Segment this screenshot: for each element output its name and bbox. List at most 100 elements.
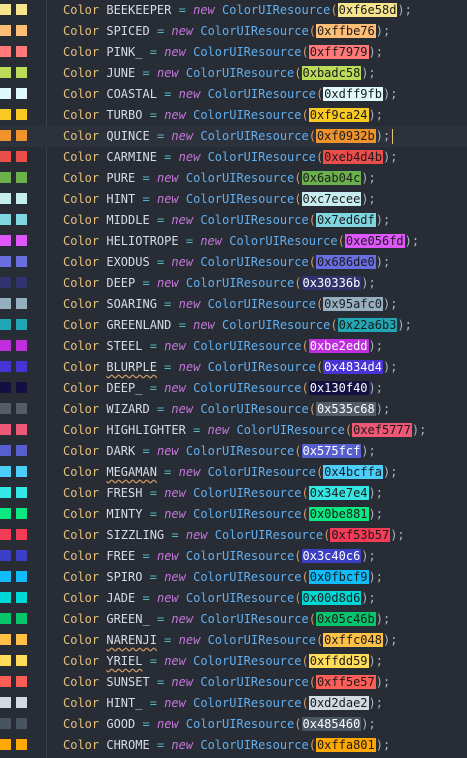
- gutter-color-preview[interactable]: [0, 672, 44, 693]
- hex-color-value[interactable]: 0xffc048: [323, 633, 383, 647]
- color-swatch-icon[interactable]: [16, 634, 27, 645]
- color-swatch-icon[interactable]: [0, 571, 11, 582]
- color-swatch-icon[interactable]: [0, 277, 11, 288]
- code-line[interactable]: Color COASTAL = new ColorUIResource(0xdf…: [0, 84, 467, 105]
- code-line[interactable]: Color JADE = new ColorUIResource(0x00d8d…: [0, 588, 467, 609]
- gutter-color-preview[interactable]: [0, 357, 44, 378]
- color-swatch-icon[interactable]: [0, 319, 11, 330]
- code-text[interactable]: Color FRESH = new ColorUIResource(0x34e7…: [63, 483, 383, 504]
- color-swatch-icon[interactable]: [16, 88, 27, 99]
- hex-color-value[interactable]: 0xe056fd: [344, 234, 405, 248]
- hex-color-value[interactable]: 0xffa801: [315, 738, 376, 752]
- color-swatch-icon[interactable]: [16, 67, 27, 78]
- color-swatch-icon[interactable]: [0, 151, 11, 162]
- code-text[interactable]: Color PURE = new ColorUIResource(0x6ab04…: [63, 168, 376, 189]
- code-text[interactable]: Color SOARING = new ColorUIResource(0x95…: [63, 294, 397, 315]
- color-swatch-icon[interactable]: [16, 46, 27, 57]
- gutter-color-preview[interactable]: [0, 504, 44, 525]
- color-swatch-icon[interactable]: [16, 256, 27, 267]
- gutter-color-preview[interactable]: [0, 105, 44, 126]
- color-swatch-icon[interactable]: [0, 298, 11, 309]
- color-swatch-icon[interactable]: [0, 466, 11, 477]
- color-swatch-icon[interactable]: [0, 676, 11, 687]
- color-swatch-icon[interactable]: [16, 424, 27, 435]
- gutter-color-preview[interactable]: [0, 693, 44, 714]
- color-swatch-icon[interactable]: [16, 109, 27, 120]
- code-text[interactable]: Color SUNSET = new ColorUIResource(0xff5…: [63, 672, 390, 693]
- color-swatch-icon[interactable]: [16, 466, 27, 477]
- hex-color-value[interactable]: 0x535c68: [315, 402, 376, 416]
- color-swatch-icon[interactable]: [16, 613, 27, 624]
- code-line[interactable]: Color GREENLAND = new ColorUIResource(0x…: [0, 315, 467, 336]
- hex-color-value[interactable]: 0xf0932b: [315, 129, 376, 143]
- code-line[interactable]: Color MEGAMAN = new ColorUIResource(0x4b…: [0, 462, 467, 483]
- code-line[interactable]: Color MINTY = new ColorUIResource(0x0be8…: [0, 504, 467, 525]
- code-line[interactable]: Color CHROME = new ColorUIResource(0xffa…: [0, 735, 467, 756]
- color-swatch-icon[interactable]: [16, 718, 27, 729]
- code-text[interactable]: Color JADE = new ColorUIResource(0x00d8d…: [63, 588, 376, 609]
- color-swatch-icon[interactable]: [16, 130, 27, 141]
- color-swatch-icon[interactable]: [0, 67, 11, 78]
- code-line[interactable]: Color HINT_ = new ColorUIResource(0xd2da…: [0, 693, 467, 714]
- color-swatch-icon[interactable]: [16, 319, 27, 330]
- color-swatch-icon[interactable]: [16, 4, 27, 15]
- color-swatch-icon[interactable]: [0, 634, 11, 645]
- code-line[interactable]: Color NARENJI = new ColorUIResource(0xff…: [0, 630, 467, 651]
- gutter-color-preview[interactable]: [0, 84, 44, 105]
- hex-color-value[interactable]: 0xf6e58d: [337, 3, 398, 17]
- code-text[interactable]: Color JUNE = new ColorUIResource(0xbadc5…: [63, 63, 376, 84]
- gutter-color-preview[interactable]: [0, 399, 44, 420]
- gutter-color-preview[interactable]: [0, 630, 44, 651]
- code-text[interactable]: Color SIZZLING = new ColorUIResource(0xf…: [63, 525, 405, 546]
- gutter-color-preview[interactable]: [0, 441, 44, 462]
- color-swatch-icon[interactable]: [0, 718, 11, 729]
- hex-color-value[interactable]: 0x0fbcf9: [308, 570, 369, 584]
- color-swatch-icon[interactable]: [16, 172, 27, 183]
- hex-color-value[interactable]: 0x130f40: [308, 381, 369, 395]
- code-text[interactable]: Color TURBO = new ColorUIResource(0xf9ca…: [63, 105, 383, 126]
- color-swatch-icon[interactable]: [0, 193, 11, 204]
- color-swatch-icon[interactable]: [16, 697, 27, 708]
- code-text[interactable]: Color HIGHLIGHTER = new ColorUIResource(…: [63, 420, 426, 441]
- code-text[interactable]: Color MEGAMAN = new ColorUIResource(0x4b…: [63, 462, 397, 483]
- hex-color-value[interactable]: 0xf53b57: [330, 528, 391, 542]
- gutter-color-preview[interactable]: [0, 588, 44, 609]
- code-line[interactable]: Color FREE = new ColorUIResource(0x3c40c…: [0, 546, 467, 567]
- color-swatch-icon[interactable]: [16, 403, 27, 414]
- color-swatch-icon[interactable]: [16, 25, 27, 36]
- hex-color-value[interactable]: 0x6ab04c: [301, 171, 362, 185]
- gutter-color-preview[interactable]: [0, 735, 44, 756]
- color-swatch-icon[interactable]: [0, 508, 11, 519]
- color-swatch-icon[interactable]: [0, 256, 11, 267]
- gutter-color-preview[interactable]: [0, 609, 44, 630]
- code-editor[interactable]: Color BEEKEEPER = new ColorUIResource(0x…: [0, 0, 467, 758]
- hex-color-value[interactable]: 0x575fcf: [301, 444, 362, 458]
- color-swatch-icon[interactable]: [16, 445, 27, 456]
- code-text[interactable]: Color SPICED = new ColorUIResource(0xffb…: [63, 21, 390, 42]
- color-swatch-icon[interactable]: [0, 172, 11, 183]
- hex-color-value[interactable]: 0x686de0: [315, 255, 376, 269]
- code-line[interactable]: Color EXODUS = new ColorUIResource(0x686…: [0, 252, 467, 273]
- gutter-color-preview[interactable]: [0, 294, 44, 315]
- hex-color-value[interactable]: 0x7ed6df: [315, 213, 376, 227]
- code-text[interactable]: Color SPIRO = new ColorUIResource(0x0fbc…: [63, 567, 383, 588]
- color-swatch-icon[interactable]: [0, 214, 11, 225]
- hex-color-value[interactable]: 0x05c46b: [315, 612, 376, 626]
- code-text[interactable]: Color WIZARD = new ColorUIResource(0x535…: [63, 399, 390, 420]
- code-line[interactable]: Color PURE = new ColorUIResource(0x6ab04…: [0, 168, 467, 189]
- gutter-color-preview[interactable]: [0, 147, 44, 168]
- color-swatch-icon[interactable]: [16, 193, 27, 204]
- code-text[interactable]: Color CARMINE = new ColorUIResource(0xeb…: [63, 147, 397, 168]
- code-line[interactable]: Color DARK = new ColorUIResource(0x575fc…: [0, 441, 467, 462]
- gutter-color-preview[interactable]: [0, 252, 44, 273]
- color-swatch-icon[interactable]: [0, 46, 11, 57]
- color-swatch-icon[interactable]: [16, 550, 27, 561]
- code-line[interactable]: Color BEEKEEPER = new ColorUIResource(0x…: [0, 0, 467, 21]
- code-text[interactable]: Color QUINCE = new ColorUIResource(0xf09…: [63, 126, 394, 147]
- hex-color-value[interactable]: 0xffdd59: [308, 654, 369, 668]
- gutter-color-preview[interactable]: [0, 651, 44, 672]
- code-text[interactable]: Color CHROME = new ColorUIResource(0xffa…: [63, 735, 390, 756]
- hex-color-value[interactable]: 0xef5777: [352, 423, 412, 437]
- code-text[interactable]: Color BEEKEEPER = new ColorUIResource(0x…: [63, 0, 412, 21]
- code-line[interactable]: Color SPIRO = new ColorUIResource(0x0fbc…: [0, 567, 467, 588]
